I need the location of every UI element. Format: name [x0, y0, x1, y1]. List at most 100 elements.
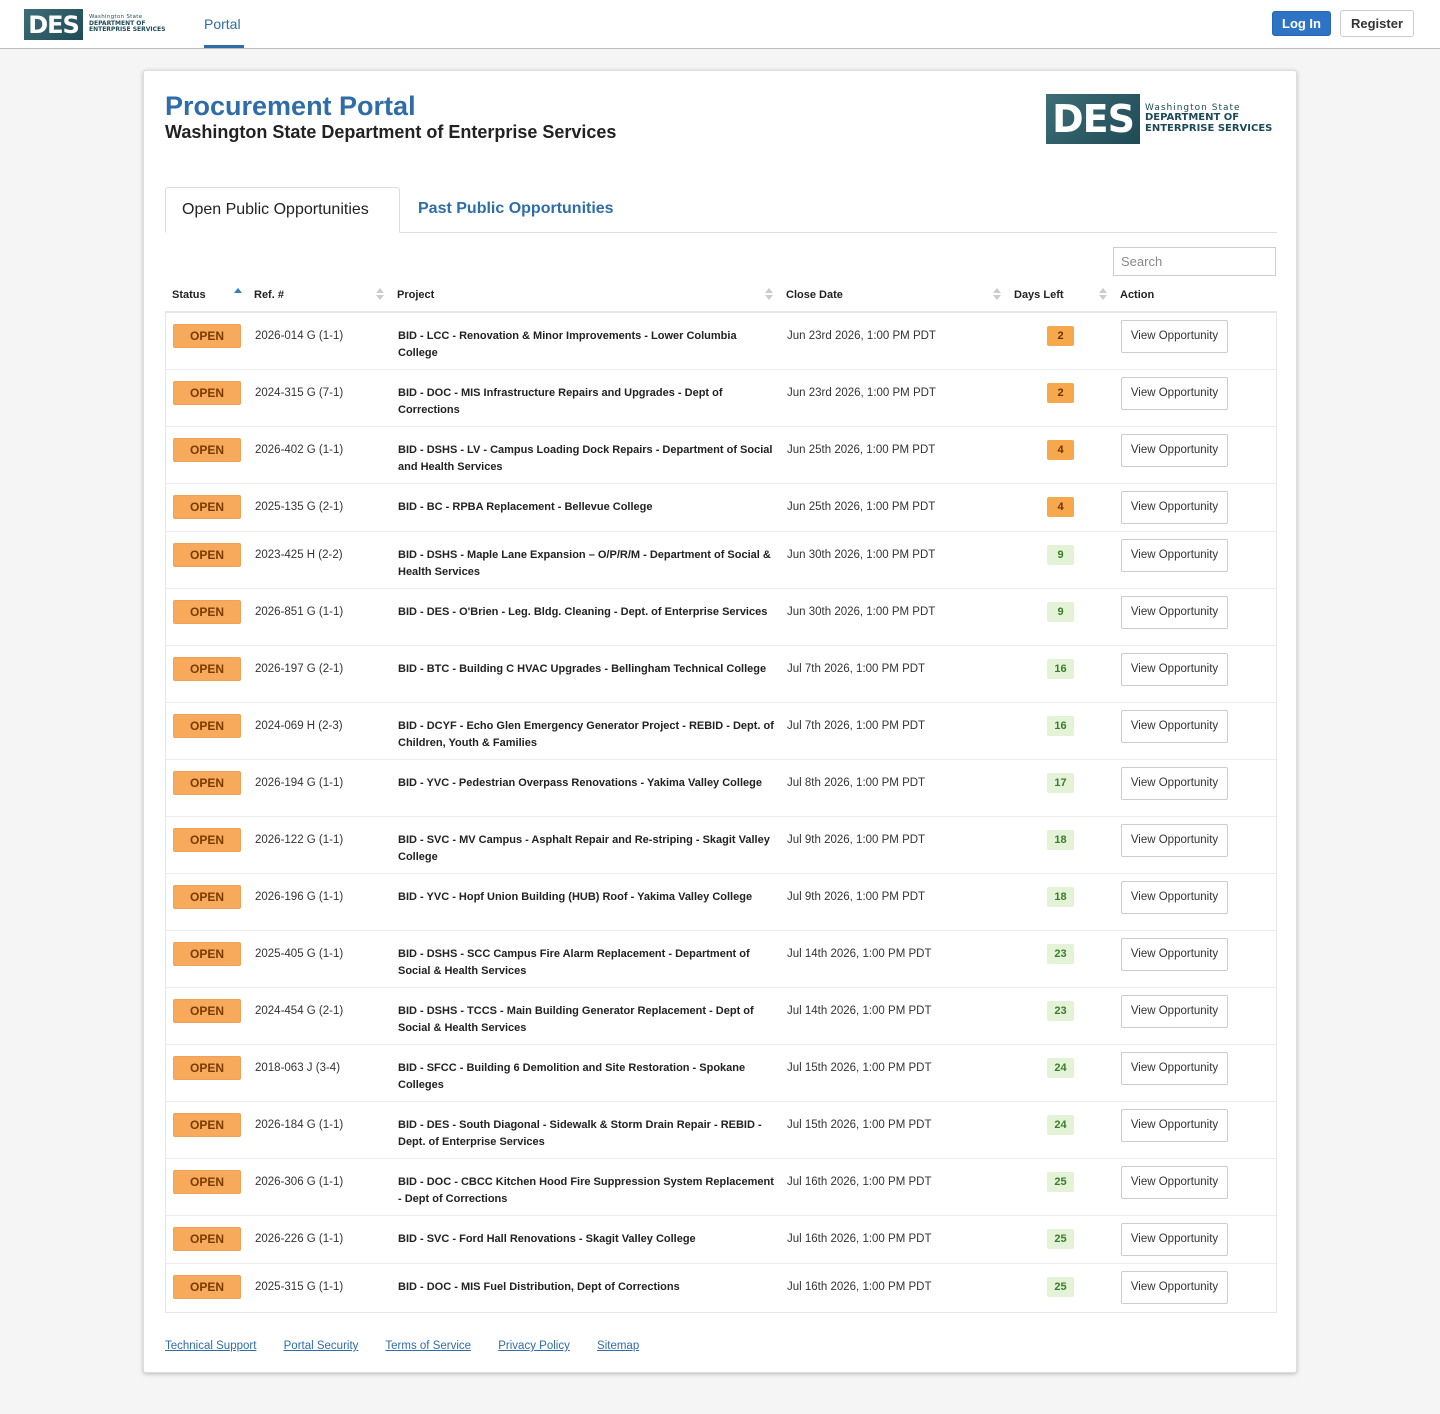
days-left-badge: 23 [1047, 1001, 1074, 1021]
login-button[interactable]: Log In [1272, 11, 1331, 36]
project-name: BID - DOC - MIS Fuel Distribution, Dept … [398, 1281, 680, 1293]
ref-number: 2026-402 G (1-1) [255, 444, 344, 456]
column-header-days-left[interactable]: Days Left [1007, 283, 1064, 311]
days-left-badge: 9 [1047, 545, 1074, 565]
project-name: BID - DOC - MIS Infrastructure Repairs a… [398, 387, 723, 416]
days-left-badge: 16 [1047, 659, 1074, 679]
des-logo-large: DES Washington State DEPARTMENT OF ENTER… [1046, 94, 1272, 144]
table-row: OPEN 2026-194 G (1-1) BID - YVC - Pedestri… [166, 760, 1276, 817]
days-left-badge: 16 [1047, 716, 1074, 736]
ref-number: 2024-454 G (2-1) [255, 1005, 344, 1017]
days-left-badge: 24 [1047, 1058, 1074, 1078]
view-opportunity-button[interactable]: View Opportunity [1121, 938, 1228, 971]
project-name: BID - DES - South Diagonal - Sidewalk & … [398, 1119, 762, 1148]
nav-portal-link[interactable]: Portal [204, 0, 244, 48]
view-opportunity-button[interactable]: View Opportunity [1121, 320, 1228, 353]
view-opportunity-button[interactable]: View Opportunity [1121, 710, 1228, 743]
view-opportunity-button[interactable]: View Opportunity [1121, 434, 1228, 467]
view-opportunity-button[interactable]: View Opportunity [1121, 377, 1228, 410]
close-date: Jul 15th 2026, 1:00 PM PDT [787, 1062, 932, 1074]
view-opportunity-button[interactable]: View Opportunity [1121, 1166, 1228, 1199]
sort-ascending-icon[interactable] [234, 288, 242, 302]
register-button[interactable]: Register [1340, 10, 1414, 37]
des-logo[interactable]: DES Washington State DEPARTMENT OF ENTER… [24, 9, 165, 40]
view-opportunity-button[interactable]: View Opportunity [1121, 1223, 1228, 1256]
table-row: OPEN 2024-454 G (2-1) BID - DSHS - TCCS - … [166, 988, 1276, 1045]
view-opportunity-button[interactable]: View Opportunity [1121, 1271, 1228, 1304]
close-date: Jul 9th 2026, 1:00 PM PDT [787, 834, 926, 846]
footer-link-terms-of-service[interactable]: Terms of Service [385, 1340, 471, 1352]
ref-number: 2024-315 G (7-1) [255, 387, 344, 399]
close-date: Jun 30th 2026, 1:00 PM PDT [787, 549, 936, 561]
ref-number: 2026-184 G (1-1) [255, 1119, 344, 1131]
footer-link-portal-security[interactable]: Portal Security [284, 1340, 359, 1352]
ref-number: 2026-197 G (2-1) [255, 663, 344, 675]
project-name: BID - DOC - CBCC Kitchen Hood Fire Suppr… [398, 1176, 774, 1205]
ref-number: 2026-014 G (1-1) [255, 330, 344, 342]
project-name: BID - BC - RPBA Replacement - Bellevue C… [398, 501, 653, 513]
view-opportunity-button[interactable]: View Opportunity [1121, 767, 1228, 800]
close-date: Jun 30th 2026, 1:00 PM PDT [787, 606, 936, 618]
main-card: Procurement Portal Washington State Depa… [143, 70, 1297, 1373]
ref-number: 2018-063 J (3-4) [255, 1062, 341, 1074]
opportunities-table-body: OPEN 2026-014 G (1-1) BID - LCC - Renovati… [165, 313, 1277, 1313]
close-date: Jul 14th 2026, 1:00 PM PDT [787, 948, 932, 960]
status-badge: OPEN [173, 381, 241, 405]
view-opportunity-button[interactable]: View Opportunity [1121, 596, 1228, 629]
des-logo-large-text: Washington State DEPARTMENT OF ENTERPRIS… [1145, 102, 1273, 134]
days-left-badge: 18 [1047, 830, 1074, 850]
tab-open-opportunities[interactable]: Open Public Opportunities [165, 187, 400, 233]
days-left-badge: 9 [1047, 602, 1074, 622]
column-header-status[interactable]: Status [165, 283, 206, 311]
view-opportunity-button[interactable]: View Opportunity [1121, 1052, 1228, 1085]
sort-icon[interactable] [376, 288, 384, 302]
table-row: OPEN 2023-425 H (2-2) BID - DSHS - Maple L… [166, 532, 1276, 589]
column-header-project[interactable]: Project [390, 283, 434, 311]
search-input[interactable] [1113, 247, 1276, 276]
status-badge: OPEN [173, 885, 241, 909]
column-header-close-date[interactable]: Close Date [779, 283, 843, 311]
table-row: OPEN 2026-226 G (1-1) BID - SVC - Ford Hal… [166, 1216, 1276, 1264]
close-date: Jul 8th 2026, 1:00 PM PDT [787, 777, 926, 789]
table-row: OPEN 2026-306 G (1-1) BID - DOC - CBCC Kit… [166, 1159, 1276, 1216]
days-left-badge: 4 [1047, 497, 1074, 517]
ref-number: 2025-315 G (1-1) [255, 1281, 344, 1293]
close-date: Jun 23rd 2026, 1:00 PM PDT [787, 387, 936, 399]
des-logo-text: Washington State DEPARTMENT OF ENTERPRIS… [89, 14, 166, 34]
sort-icon[interactable] [993, 288, 1001, 302]
project-name: BID - BTC - Building C HVAC Upgrades - B… [398, 663, 767, 675]
close-date: Jul 16th 2026, 1:00 PM PDT [787, 1281, 932, 1293]
ref-number: 2026-851 G (1-1) [255, 606, 344, 618]
view-opportunity-button[interactable]: View Opportunity [1121, 881, 1228, 914]
sort-icon[interactable] [1099, 288, 1107, 302]
view-opportunity-button[interactable]: View Opportunity [1121, 653, 1228, 686]
close-date: Jul 15th 2026, 1:00 PM PDT [787, 1119, 932, 1131]
footer-link-privacy-policy[interactable]: Privacy Policy [498, 1340, 570, 1352]
project-name: BID - LCC - Renovation & Minor Improveme… [398, 330, 737, 359]
footer-link-technical-support[interactable]: Technical Support [165, 1340, 256, 1352]
tab-past-opportunities[interactable]: Past Public Opportunities [402, 187, 630, 233]
status-badge: OPEN [173, 438, 241, 462]
page-subtitle: Washington State Department of Enterpris… [165, 122, 617, 142]
days-left-badge: 24 [1047, 1115, 1074, 1135]
view-opportunity-button[interactable]: View Opportunity [1121, 1109, 1228, 1142]
days-left-badge: 25 [1047, 1229, 1074, 1249]
table-row: OPEN 2024-069 H (2-3) BID - DCYF - Echo Gl… [166, 703, 1276, 760]
status-badge: OPEN [173, 1056, 241, 1080]
view-opportunity-button[interactable]: View Opportunity [1121, 824, 1228, 857]
table-row: OPEN 2026-122 G (1-1) BID - SVC - MV Campu… [166, 817, 1276, 874]
project-name: BID - DSHS - LV - Campus Loading Dock Re… [398, 444, 773, 473]
status-badge: OPEN [173, 771, 241, 795]
ref-number: 2025-405 G (1-1) [255, 948, 344, 960]
status-badge: OPEN [173, 714, 241, 738]
table-row: OPEN 2026-402 G (1-1) BID - DSHS - LV - Ca… [166, 427, 1276, 484]
view-opportunity-button[interactable]: View Opportunity [1121, 539, 1228, 572]
view-opportunity-button[interactable]: View Opportunity [1121, 995, 1228, 1028]
close-date: Jul 14th 2026, 1:00 PM PDT [787, 1005, 932, 1017]
footer-link-sitemap[interactable]: Sitemap [597, 1340, 639, 1352]
view-opportunity-button[interactable]: View Opportunity [1121, 491, 1228, 524]
sort-icon[interactable] [765, 288, 773, 302]
page-title: Procurement Portal [165, 91, 416, 121]
column-header-ref[interactable]: Ref. # [247, 283, 284, 311]
close-date: Jul 16th 2026, 1:00 PM PDT [787, 1176, 932, 1188]
